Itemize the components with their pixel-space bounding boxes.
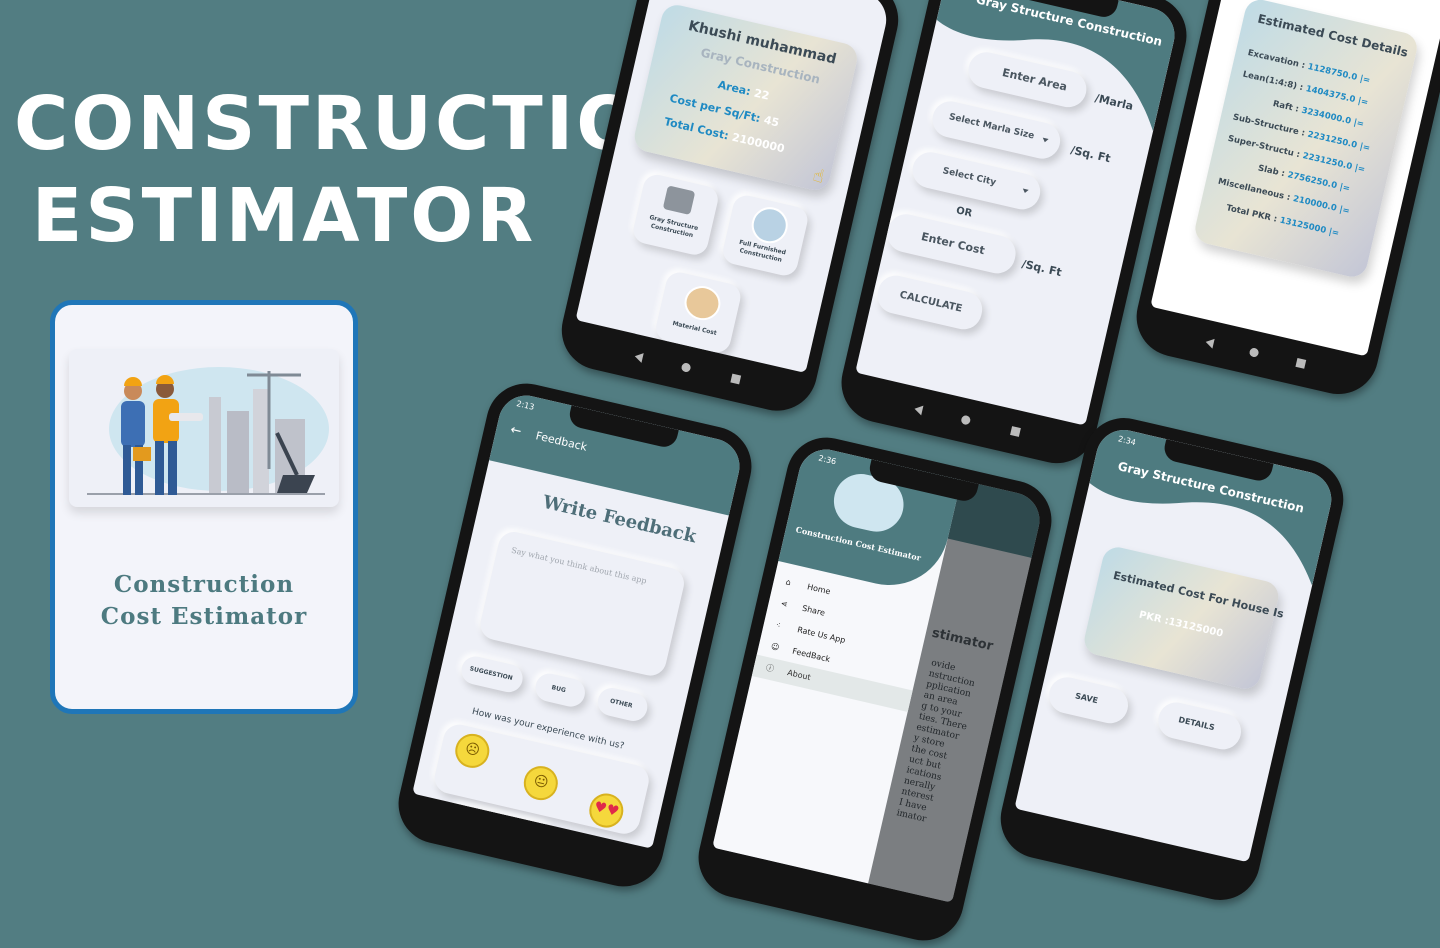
input-screen: Gray Structure Construction Enter Area /… (855, 0, 1181, 426)
toolbar-title: Feedback (534, 429, 589, 454)
area-label: Area: (716, 78, 752, 99)
details-button[interactable]: DETAILS (1154, 698, 1245, 753)
details-rows: Excavation : 1128750.0 |= Lean(1:4:8) : … (1210, 42, 1412, 255)
love-emoji-icon[interactable]: ♥♥ (585, 790, 627, 831)
headline-line-2: ESTIMATOR (31, 173, 537, 259)
cost-input[interactable]: Enter Cost (883, 210, 1020, 277)
feedback-icon: ☺ (769, 641, 781, 653)
feedback-screen: 2:13 ← Feedback Write Feedback Say what … (412, 390, 746, 849)
area-value: 22 (752, 86, 771, 103)
area-row: Area: 22 (717, 78, 771, 102)
result-screen: 2:34 Gray Structure Construction Estimat… (1014, 424, 1337, 863)
cost-details-card: Estimated Cost Details Excavation : 1128… (1192, 0, 1420, 280)
option-full-furnished[interactable]: Full Furnished Construction (720, 192, 811, 279)
phone-drawer: stimator ovide nstruction pplication an are… (690, 429, 1060, 948)
send-label: SEND FE (464, 816, 500, 832)
drawer-menu: ⌂ Home ⋖ Share ⁖ Rate Us App ☺ FeedBack ⓘ Abo… (751, 569, 933, 712)
phone-feedback: 2:13 ← Feedback Write Feedback Say what … (390, 375, 760, 895)
save-label: SAVE (1074, 691, 1099, 706)
total-cost-value: 2100000 (730, 130, 786, 156)
house-image (748, 203, 792, 247)
nav-home-icon[interactable] (960, 414, 972, 426)
phone-input: Gray Structure Construction Enter Area /… (833, 0, 1195, 472)
app-name-line-1: Construction (113, 571, 295, 598)
nav-recent-icon[interactable] (1295, 358, 1307, 369)
drawer-screen: stimator ovide nstruction pplication an are… (712, 444, 1046, 903)
area-placeholder: Enter Area (1000, 66, 1069, 94)
phone-result: 2:34 Gray Structure Construction Estimat… (992, 410, 1352, 908)
city-select[interactable]: Select City (908, 148, 1044, 213)
nav-recent-icon[interactable] (730, 373, 741, 385)
nav-recent-icon[interactable] (1009, 426, 1021, 437)
material-image (681, 282, 724, 324)
calculate-label: CALCULATE (898, 289, 964, 315)
home-icon: ⌂ (784, 577, 792, 588)
cost-per-sqft-value: 45 (762, 113, 781, 130)
save-button[interactable]: SAVE (1045, 673, 1132, 727)
feedback-toolbar: 2:13 ← Feedback (489, 390, 746, 516)
drawer-title: Construction Cost Estimator (794, 524, 922, 563)
gray-structure-image (662, 185, 696, 216)
neutral-emoji-icon[interactable]: 😐 (520, 762, 562, 804)
emoji-rating-panel: ☹ 😐 ♥♥ (431, 721, 652, 837)
tap-hand-icon: ☝ (810, 164, 827, 188)
details-screen: Estimated Cost Details Excavation : 1128… (1150, 0, 1440, 357)
option-label: Gray Structure Construction (648, 214, 699, 240)
chip-suggestion[interactable]: SUGGESTION (458, 653, 526, 695)
app-name: Construction Cost Estimator (55, 569, 353, 633)
card-value: PKR :13125000 (1137, 609, 1225, 640)
headline: CONSTRUCTION ESTIMATOR (14, 78, 708, 262)
app-icon-card: Construction Cost Estimator (50, 300, 358, 714)
or-label: OR (954, 205, 974, 220)
info-icon: ⓘ (765, 663, 775, 674)
headline-line-1: CONSTRUCTION (14, 81, 708, 167)
nav-back-icon[interactable] (913, 403, 924, 416)
user-summary-card[interactable]: Khushi muhammad Gray Construction Area: … (631, 2, 861, 194)
nav-home-icon[interactable] (1248, 347, 1260, 358)
share-icon: ⋖ (779, 598, 789, 610)
nav-back-icon[interactable] (633, 351, 644, 363)
rate-icon: ⁖ (774, 620, 782, 631)
sad-emoji-icon[interactable]: ☹ (451, 730, 493, 772)
calculate-button[interactable]: CALCULATE (873, 272, 986, 333)
background-title: stimator (930, 625, 995, 655)
sqft-unit-1: /Sq. Ft (1069, 143, 1112, 166)
cost-placeholder: Enter Cost (920, 230, 987, 258)
marla-size-label: Select Marla Size (947, 112, 1036, 142)
chip-label: OTHER (609, 697, 634, 710)
option-label: Material Cost (671, 319, 718, 337)
textarea-placeholder: Say what you think about this app (510, 545, 648, 586)
city-label: Select City (941, 166, 997, 189)
details-label: DETAILS (1177, 715, 1216, 733)
chip-label: SUGGESTION (468, 665, 514, 682)
app-name-line-2: Cost Estimator (100, 603, 308, 630)
back-arrow-icon[interactable]: ← (509, 422, 523, 439)
chip-other[interactable]: OTHER (595, 685, 651, 724)
sqft-unit-2: /Sq. Ft (1020, 257, 1063, 280)
chip-bug[interactable]: BUG (532, 670, 588, 710)
home-screen: Khushi muhammad Gray Construction Area: … (575, 0, 892, 374)
status-time: 2:13 (515, 399, 536, 412)
option-gray-structure[interactable]: Gray Structure Construction (630, 172, 721, 258)
nav-back-icon[interactable] (1204, 336, 1215, 349)
chevron-down-icon (1041, 137, 1049, 143)
chip-label: BUG (550, 684, 567, 695)
nav-home-icon[interactable] (680, 362, 692, 373)
feedback-textarea[interactable]: Say what you think about this app (477, 528, 688, 679)
construction-workers-illustration (69, 349, 339, 507)
total-cost-label: Total Cost: (662, 115, 730, 143)
chevron-down-icon (1021, 188, 1029, 194)
option-material-cost[interactable]: Material Cost (653, 269, 744, 356)
